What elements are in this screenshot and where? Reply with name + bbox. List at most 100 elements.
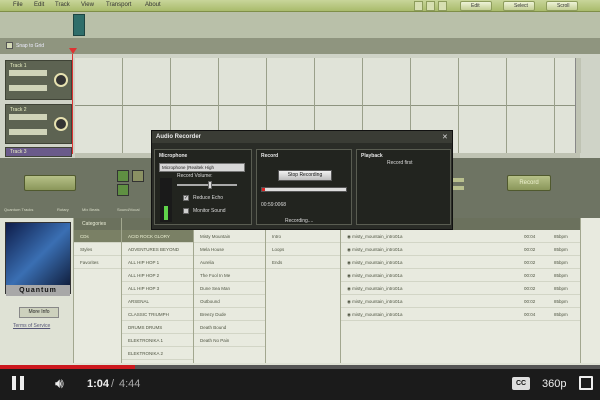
file-name: ◉ misty_mountain_intro01a <box>347 286 403 291</box>
microphone-select[interactable]: Microphone (Realtek High <box>159 163 245 172</box>
dialog-title: Audio Recorder <box>152 131 452 143</box>
more-info-button[interactable]: More Info <box>19 307 59 318</box>
part-item[interactable]: Ends <box>266 256 340 269</box>
menu-about[interactable]: About <box>145 2 161 8</box>
track-3-header[interactable]: Track 3 <box>5 147 72 157</box>
quality-button[interactable]: 360p <box>542 378 566 390</box>
track-1-knob-icon[interactable] <box>54 73 68 87</box>
file-bpm: 85bpm <box>554 312 568 317</box>
genre-item[interactable]: ARSENAL <box>122 295 193 308</box>
part-item[interactable]: Intro <box>266 230 340 243</box>
song-item[interactable]: Breezy Dude <box>194 308 265 321</box>
arrow-down-icon[interactable] <box>452 186 464 190</box>
stop-recording-button[interactable]: Stop Recording <box>278 170 332 181</box>
vertical-scrollbar[interactable] <box>575 58 581 153</box>
playhead-marker-icon[interactable] <box>69 48 77 54</box>
song-item[interactable]: Mela House <box>194 243 265 256</box>
playback-hint: Record first <box>387 160 413 166</box>
track-2-volume[interactable] <box>9 114 47 120</box>
file-row[interactable]: ◉ misty_mountain_intro01a 00:02 85bpm <box>341 243 580 256</box>
playhead-line <box>72 54 73 154</box>
monitor-sound-checkbox[interactable] <box>183 208 189 214</box>
genre-item[interactable]: ELEKTRONIKA 1 <box>122 334 193 347</box>
monitor-sound-label: Monitor Sound <box>193 208 226 214</box>
category-item[interactable]: Styles <box>74 243 121 256</box>
category-item[interactable]: Favorites <box>74 256 121 269</box>
menu-view[interactable]: View <box>81 2 94 8</box>
track-1-volume[interactable] <box>9 70 47 76</box>
browser-scrollbar[interactable] <box>580 218 600 363</box>
pause-icon[interactable] <box>12 376 16 390</box>
file-row[interactable]: ◉ misty_mountain_intro01a 00:04 85bpm <box>341 308 580 321</box>
arrow-up-icon[interactable] <box>452 178 464 182</box>
fullscreen-icon[interactable] <box>579 376 593 390</box>
track-1-name: Track 1 <box>10 63 27 69</box>
song-item[interactable]: Outbound <box>194 295 265 308</box>
track-2-knob-icon[interactable] <box>54 117 68 131</box>
mode-button-2[interactable] <box>117 184 129 196</box>
part-item[interactable]: Loops <box>266 243 340 256</box>
tab-rotary[interactable]: Rotary <box>57 207 69 212</box>
volume-slider-thumb[interactable] <box>208 181 212 189</box>
toolbar-square-3[interactable] <box>438 1 447 11</box>
genre-item[interactable]: ACID ROCK GLORY <box>122 230 193 243</box>
song-item[interactable]: Aurelia <box>194 256 265 269</box>
file-row[interactable]: ◉ misty_mountain_intro01a 00:02 85bpm <box>341 256 580 269</box>
tab-quantum-tracks[interactable]: Quantum Tracks <box>4 207 33 212</box>
record-toggle-button[interactable] <box>24 175 76 191</box>
menu-file[interactable]: File <box>13 2 23 8</box>
file-row[interactable]: ◉ misty_mountain_intro01a 00:04 85bpm <box>341 230 580 243</box>
menu-transport[interactable]: Transport <box>106 2 131 8</box>
captions-button[interactable]: CC <box>512 377 530 390</box>
snap-checkbox[interactable] <box>6 42 13 49</box>
level-meter <box>160 178 172 222</box>
level-meter-fill <box>164 206 168 220</box>
song-item[interactable]: Misty Mountain <box>194 230 265 243</box>
volume-slider[interactable] <box>177 184 237 186</box>
song-item[interactable]: Death No Pain <box>194 334 265 347</box>
songs-column: Misty Mountain Mela House Aurelia The Fool … <box>193 218 265 363</box>
menu-edit[interactable]: Edit <box>34 2 44 8</box>
track-2-header[interactable]: Track 2 <box>5 104 72 144</box>
genre-item[interactable]: CLASSIC TRIUMPH <box>122 308 193 321</box>
select-button[interactable]: Select <box>503 1 535 11</box>
reduce-echo-checkbox[interactable]: ✓ <box>183 195 189 201</box>
playhead-handle[interactable] <box>73 14 85 36</box>
track-2-pan[interactable] <box>9 129 47 135</box>
genre-item[interactable]: ALL HIP HOP 3 <box>122 282 193 295</box>
genre-item[interactable]: ELEKTRONIKA 2 <box>122 347 193 360</box>
mode-button-3[interactable] <box>132 170 144 182</box>
file-bpm: 85bpm <box>554 273 568 278</box>
terms-link[interactable]: Terms of Service <box>13 323 50 329</box>
song-item[interactable]: Dune Sea Man <box>194 282 265 295</box>
record-title: Record <box>261 153 279 159</box>
file-row[interactable]: ◉ misty_mountain_intro01a 00:02 85bpm <box>341 282 580 295</box>
genre-item[interactable]: DRUMS DRUMS <box>122 321 193 334</box>
volume-icon[interactable]: 🔊︎ <box>55 375 64 392</box>
file-row[interactable]: ◉ misty_mountain_intro01a 00:02 85bpm <box>341 269 580 282</box>
song-item[interactable]: Death Bound <box>194 321 265 334</box>
track-1-header[interactable]: Track 1 <box>5 60 72 100</box>
genre-item[interactable]: ALL HIP HOP 2 <box>122 269 193 282</box>
edit-button[interactable]: Edit <box>460 1 492 11</box>
stop-button[interactable]: Record <box>507 175 551 191</box>
quantum-logo: Quantum <box>6 285 70 296</box>
genre-item[interactable]: ADVENTURES BEYOND <box>122 243 193 256</box>
toolbar-square-1[interactable] <box>414 1 423 11</box>
file-row[interactable]: ◉ misty_mountain_intro01a 00:02 85bpm <box>341 295 580 308</box>
menu-track[interactable]: Track <box>55 2 70 8</box>
file-name: ◉ misty_mountain_intro01a <box>347 260 403 265</box>
file-duration: 00:02 <box>524 247 536 252</box>
mode-button-1[interactable] <box>117 170 129 182</box>
scroll-button[interactable]: Scroll <box>546 1 578 11</box>
snap-label: Snap to Grid <box>16 43 45 49</box>
tab-sound-vocal[interactable]: Sound/Vocal <box>117 207 139 212</box>
close-icon[interactable]: ✕ <box>442 133 448 141</box>
tab-mix-beats[interactable]: Mix Beats <box>82 207 100 212</box>
category-item[interactable]: CDs <box>74 230 121 243</box>
track-1-pan[interactable] <box>9 85 47 91</box>
genre-item[interactable]: ELEKTRONIKA 3 <box>122 360 193 363</box>
toolbar-square-2[interactable] <box>426 1 435 11</box>
song-item[interactable]: The Fool In Me <box>194 269 265 282</box>
genre-item[interactable]: ALL HIP HOP 1 <box>122 256 193 269</box>
